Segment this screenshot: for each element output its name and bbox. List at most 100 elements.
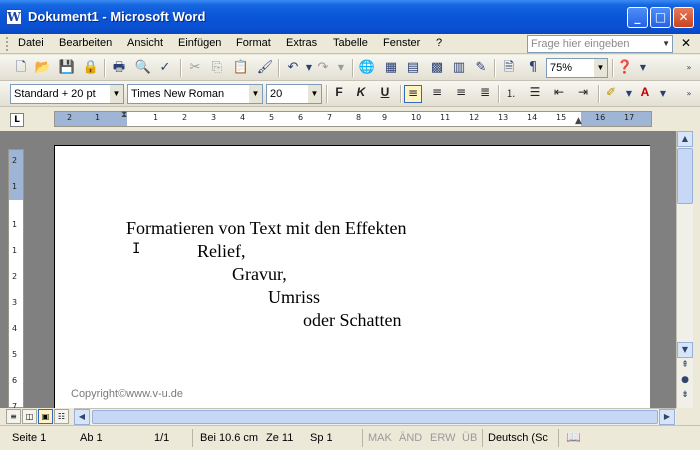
document-map-icon[interactable]: 🗎 (500, 59, 518, 77)
bold-button[interactable]: F (330, 85, 348, 103)
ruler-label: 2 (12, 156, 18, 165)
chevron-down-icon[interactable]: ▼ (249, 85, 262, 103)
font-color-button[interactable]: A (636, 85, 654, 103)
document-page[interactable]: Formatieren von Text mit den Effekten Re… (54, 145, 650, 415)
right-indent-marker-icon[interactable]: ▲ (575, 116, 582, 126)
toolbar-options-icon[interactable]: » (680, 85, 698, 103)
drawing-icon[interactable]: ✎ (472, 59, 490, 77)
print-icon[interactable]: 🖶 (110, 59, 128, 77)
align-center-icon[interactable]: ≡ (428, 85, 446, 103)
font-size-select[interactable]: 20 ▼ (266, 84, 322, 104)
menu-bearbeiten[interactable]: Bearbeiten (59, 37, 112, 49)
open-folder-icon[interactable]: 📂 (34, 59, 52, 77)
italic-button[interactable]: K (352, 85, 370, 103)
print-preview-icon[interactable]: 🔍 (134, 59, 152, 77)
highlight-icon[interactable]: ✐ (602, 85, 620, 103)
status-track-changes[interactable]: ÄND (399, 432, 422, 444)
hyperlink-icon[interactable]: 🌐 (358, 59, 376, 77)
align-right-icon[interactable]: ≡ (452, 85, 470, 103)
help-search-input[interactable]: Frage hier eingeben ▼ (527, 35, 673, 53)
close-button[interactable]: ✕ (673, 7, 694, 28)
vertical-ruler[interactable]: 2 1 1 1 2 3 4 5 6 7 (8, 149, 24, 411)
status-extend[interactable]: ERW (430, 432, 455, 444)
chevron-down-icon[interactable]: ▼ (308, 85, 321, 103)
menu-fenster[interactable]: Fenster (383, 37, 420, 49)
separator (352, 59, 354, 77)
scroll-right-icon[interactable]: ▶ (659, 409, 675, 425)
cut-icon[interactable]: ✂ (186, 59, 204, 77)
redo-dropdown-icon[interactable]: ▼ (332, 59, 350, 77)
save-icon[interactable]: 💾 (58, 59, 76, 77)
paste-icon[interactable]: 📋 (232, 59, 250, 77)
increase-indent-icon[interactable]: ⇥ (574, 85, 592, 103)
scroll-down-icon[interactable]: ▼ (677, 342, 693, 358)
insert-excel-icon[interactable]: ▩ (428, 59, 446, 77)
document-text-line[interactable]: Formatieren von Text mit den Effekten (126, 218, 407, 239)
align-left-icon[interactable]: ≡ (404, 85, 422, 103)
word-app-icon[interactable]: W (6, 9, 22, 25)
columns-icon[interactable]: ▥ (450, 59, 468, 77)
title-bar[interactable]: W Dokument1 - Microsoft Word _ □ ✕ (0, 0, 700, 34)
help-icon[interactable]: ❓ (616, 59, 634, 77)
underline-button[interactable]: U (376, 85, 394, 103)
chevron-down-icon[interactable]: ▼ (594, 59, 607, 77)
permission-icon[interactable]: 🔒 (82, 59, 100, 77)
menu-help[interactable]: ? (436, 37, 442, 49)
normal-view-icon[interactable]: ≡ (6, 409, 21, 424)
outline-view-icon[interactable]: ☷ (54, 409, 69, 424)
status-page-of: 1/1 (154, 432, 170, 444)
chevron-down-icon[interactable]: ▼ (110, 85, 123, 103)
menu-datei[interactable]: Datei (18, 37, 44, 49)
maximize-button[interactable]: □ (650, 7, 671, 28)
tables-borders-icon[interactable]: ▦ (382, 59, 400, 77)
help-dropdown-icon[interactable]: ▼ (634, 59, 652, 77)
select-browse-object-icon[interactable]: ● (677, 375, 693, 389)
previous-page-icon[interactable]: ⇞ (677, 360, 693, 374)
status-macro-recorder[interactable]: MAK (368, 432, 392, 444)
document-text-line[interactable]: Relief, (197, 241, 245, 262)
menu-tabelle[interactable]: Tabelle (333, 37, 368, 49)
decrease-indent-icon[interactable]: ⇤ (550, 85, 568, 103)
tab-selector-icon[interactable]: L (10, 113, 24, 127)
spelling-icon[interactable]: ✓ (156, 59, 174, 77)
document-text-line[interactable]: oder Schatten (303, 310, 401, 331)
menu-einfuegen[interactable]: Einfügen (178, 37, 221, 49)
font-color-dropdown-icon[interactable]: ▼ (654, 85, 672, 103)
copy-icon[interactable]: ⎘ (208, 59, 226, 77)
menu-grip[interactable] (6, 37, 9, 51)
numbering-icon[interactable]: ⒈ (502, 85, 520, 103)
scroll-left-icon[interactable]: ◀ (74, 409, 90, 425)
vertical-scrollbar[interactable]: ▲ ▼ ⇞ ● ⇟ (676, 131, 693, 408)
chevron-down-icon[interactable]: ▼ (662, 36, 670, 52)
new-document-icon[interactable]: 🗋 (12, 59, 30, 77)
zoom-select[interactable]: 75% ▼ (546, 58, 608, 78)
style-select[interactable]: Standard + 20 pt ▼ (10, 84, 124, 104)
pilcrow-icon[interactable]: ¶ (524, 59, 542, 77)
justify-icon[interactable]: ≣ (476, 85, 494, 103)
toolbar-options-icon[interactable]: » (680, 59, 698, 77)
spelling-status-icon[interactable]: 📖 (566, 430, 581, 444)
status-overtype[interactable]: ÜB (462, 432, 477, 444)
vertical-scroll-thumb[interactable] (677, 148, 693, 204)
horizontal-scroll-thumb[interactable] (92, 410, 658, 424)
horizontal-ruler[interactable]: 2 1 1 2 3 4 5 6 7 8 9 10 11 12 13 14 15 … (54, 110, 652, 127)
scroll-up-icon[interactable]: ▲ (677, 131, 693, 147)
web-layout-view-icon[interactable]: ◫ (22, 409, 37, 424)
bullets-icon[interactable]: ☰ (526, 85, 544, 103)
menu-format[interactable]: Format (236, 37, 271, 49)
next-page-icon[interactable]: ⇟ (677, 390, 693, 404)
menu-extras[interactable]: Extras (286, 37, 317, 49)
close-document-icon[interactable]: ✕ (681, 36, 691, 50)
status-language[interactable]: Deutsch (Sc (488, 432, 548, 444)
print-layout-view-icon[interactable]: ▣ (38, 409, 53, 424)
minimize-button[interactable]: _ (627, 7, 648, 28)
document-text-line[interactable]: Umriss (268, 287, 320, 308)
redo-icon[interactable]: ↷ (314, 59, 332, 77)
first-line-indent-marker-icon[interactable]: ⧗ (121, 110, 127, 120)
format-painter-icon[interactable]: 🖌 (256, 59, 274, 77)
font-select[interactable]: Times New Roman ▼ (127, 84, 263, 104)
horizontal-scrollbar[interactable]: ◀ ▶ (74, 408, 676, 425)
document-text-line[interactable]: Gravur, (232, 264, 287, 285)
menu-ansicht[interactable]: Ansicht (127, 37, 163, 49)
insert-table-icon[interactable]: ▤ (404, 59, 422, 77)
